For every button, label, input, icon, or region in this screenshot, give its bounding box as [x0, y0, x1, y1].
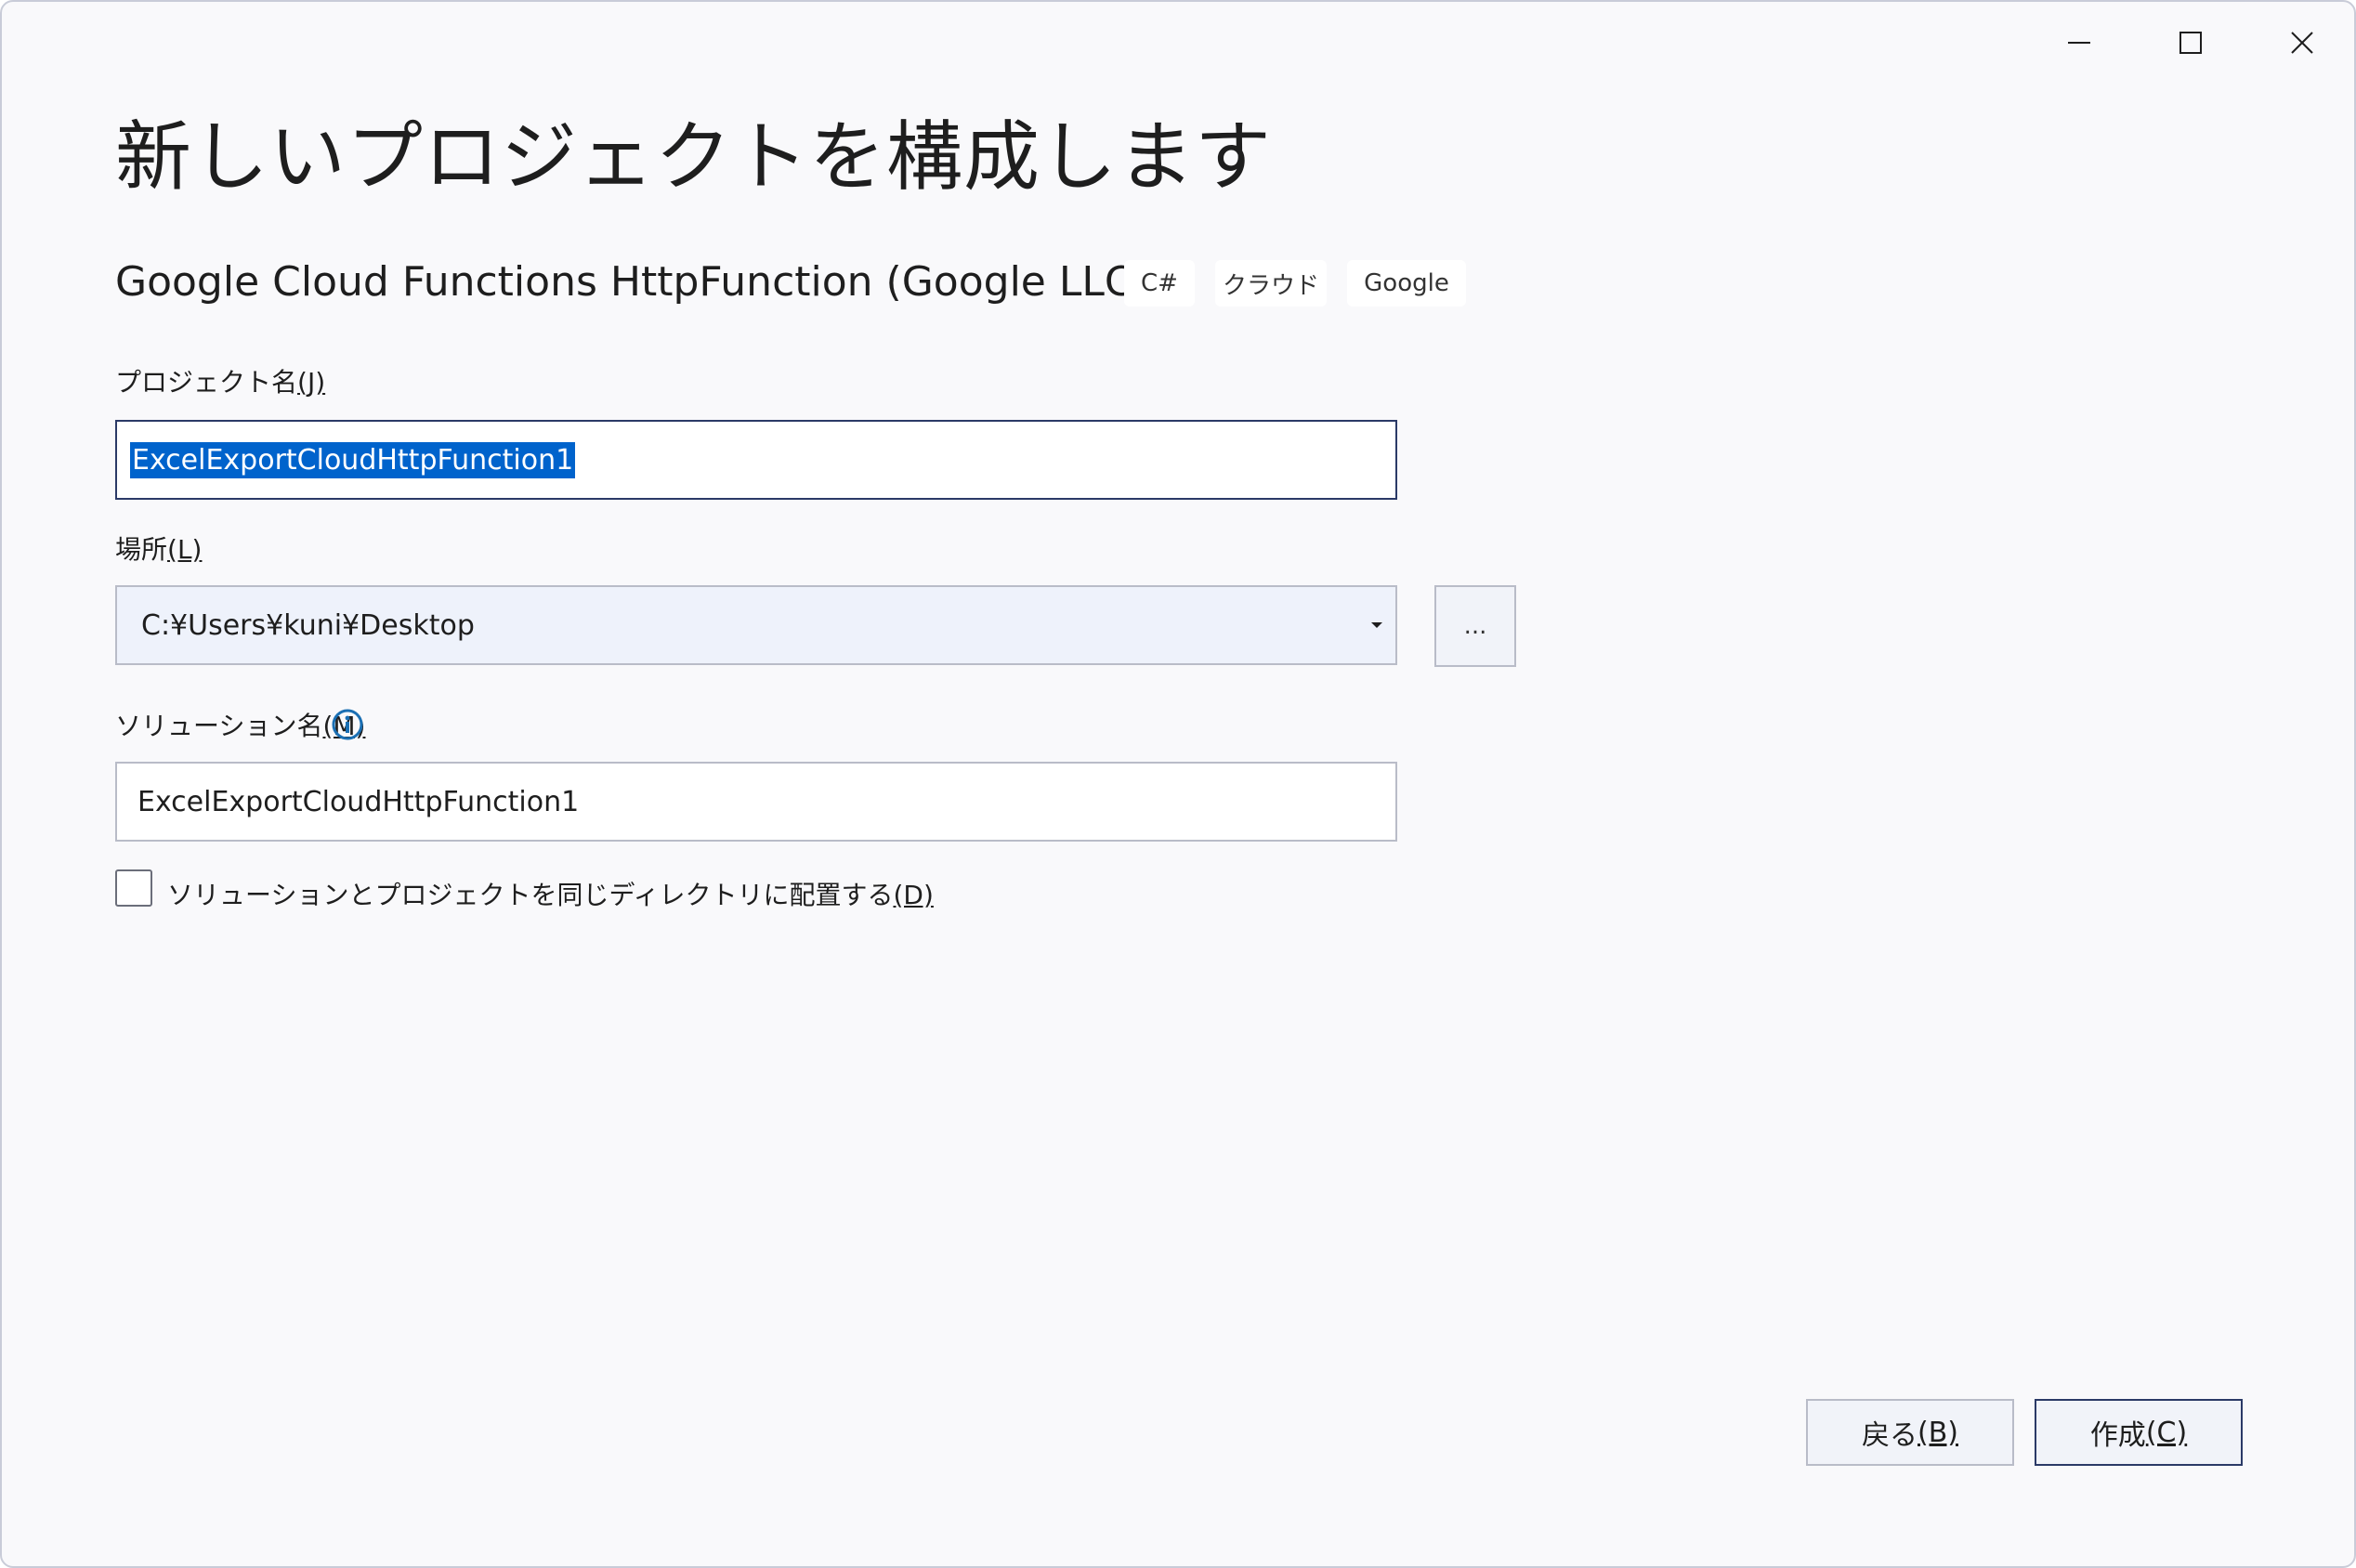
solution-name-label-text: ソリューション名 — [115, 711, 323, 741]
same-directory-checkbox[interactable] — [115, 869, 152, 907]
project-name-access-key: (J) — [297, 367, 326, 398]
close-button[interactable] — [2256, 15, 2349, 71]
dropdown-arrow-button[interactable] — [1358, 587, 1395, 663]
browse-button[interactable]: ... — [1434, 585, 1516, 667]
same-directory-label-text: ソリューションとプロジェクトを同じディレクトリに配置する — [167, 880, 894, 910]
location-access-key: (L) — [167, 534, 203, 565]
close-icon — [2291, 32, 2313, 54]
template-name: Google Cloud Functions HttpFunction (Goo… — [115, 258, 1149, 306]
create-button[interactable]: 作成 (C) — [2035, 1399, 2243, 1466]
tag-language: C# — [1124, 260, 1195, 307]
info-icon[interactable] — [331, 708, 364, 741]
project-name-value: ExcelExportCloudHttpFunction1 — [130, 441, 576, 478]
location-combobox[interactable]: C:¥Users¥kuni¥Desktop — [115, 585, 1397, 665]
back-button-label: 戻る — [1862, 1419, 1918, 1452]
minimize-button[interactable] — [2033, 15, 2126, 71]
page-title: 新しいプロジェクトを構成します — [115, 113, 1273, 202]
back-access-key: (B) — [1918, 1416, 1958, 1449]
minimize-icon — [2068, 42, 2090, 44]
project-name-input[interactable]: ExcelExportCloudHttpFunction1 — [115, 420, 1397, 500]
tag-platform: クラウド — [1215, 260, 1327, 307]
create-button-label: 作成 — [2089, 1419, 2146, 1452]
project-name-label-text: プロジェクト名 — [115, 367, 298, 398]
same-directory-access-key: (D) — [893, 880, 934, 910]
solution-name-label: ソリューション名(M) — [115, 706, 365, 743]
same-directory-label[interactable]: ソリューションとプロジェクトを同じディレクトリに配置する(D) — [167, 875, 934, 912]
maximize-icon — [2179, 32, 2202, 54]
location-label: 場所(L) — [115, 529, 202, 567]
solution-name-input[interactable]: ExcelExportCloudHttpFunction1 — [115, 762, 1397, 842]
solution-name-value: ExcelExportCloudHttpFunction1 — [137, 785, 580, 818]
project-name-label: プロジェクト名(J) — [115, 362, 325, 399]
tag-vendor: Google — [1347, 260, 1466, 307]
maximize-button[interactable] — [2144, 15, 2237, 71]
chevron-down-icon — [1371, 622, 1382, 628]
dialog-window: 新しいプロジェクトを構成します Google Cloud Functions H… — [0, 0, 2356, 1568]
back-button[interactable]: 戻る (B) — [1806, 1399, 2014, 1466]
location-value: C:¥Users¥kuni¥Desktop — [141, 608, 475, 642]
create-access-key: (C) — [2145, 1416, 2188, 1449]
location-label-text: 場所 — [115, 534, 168, 565]
